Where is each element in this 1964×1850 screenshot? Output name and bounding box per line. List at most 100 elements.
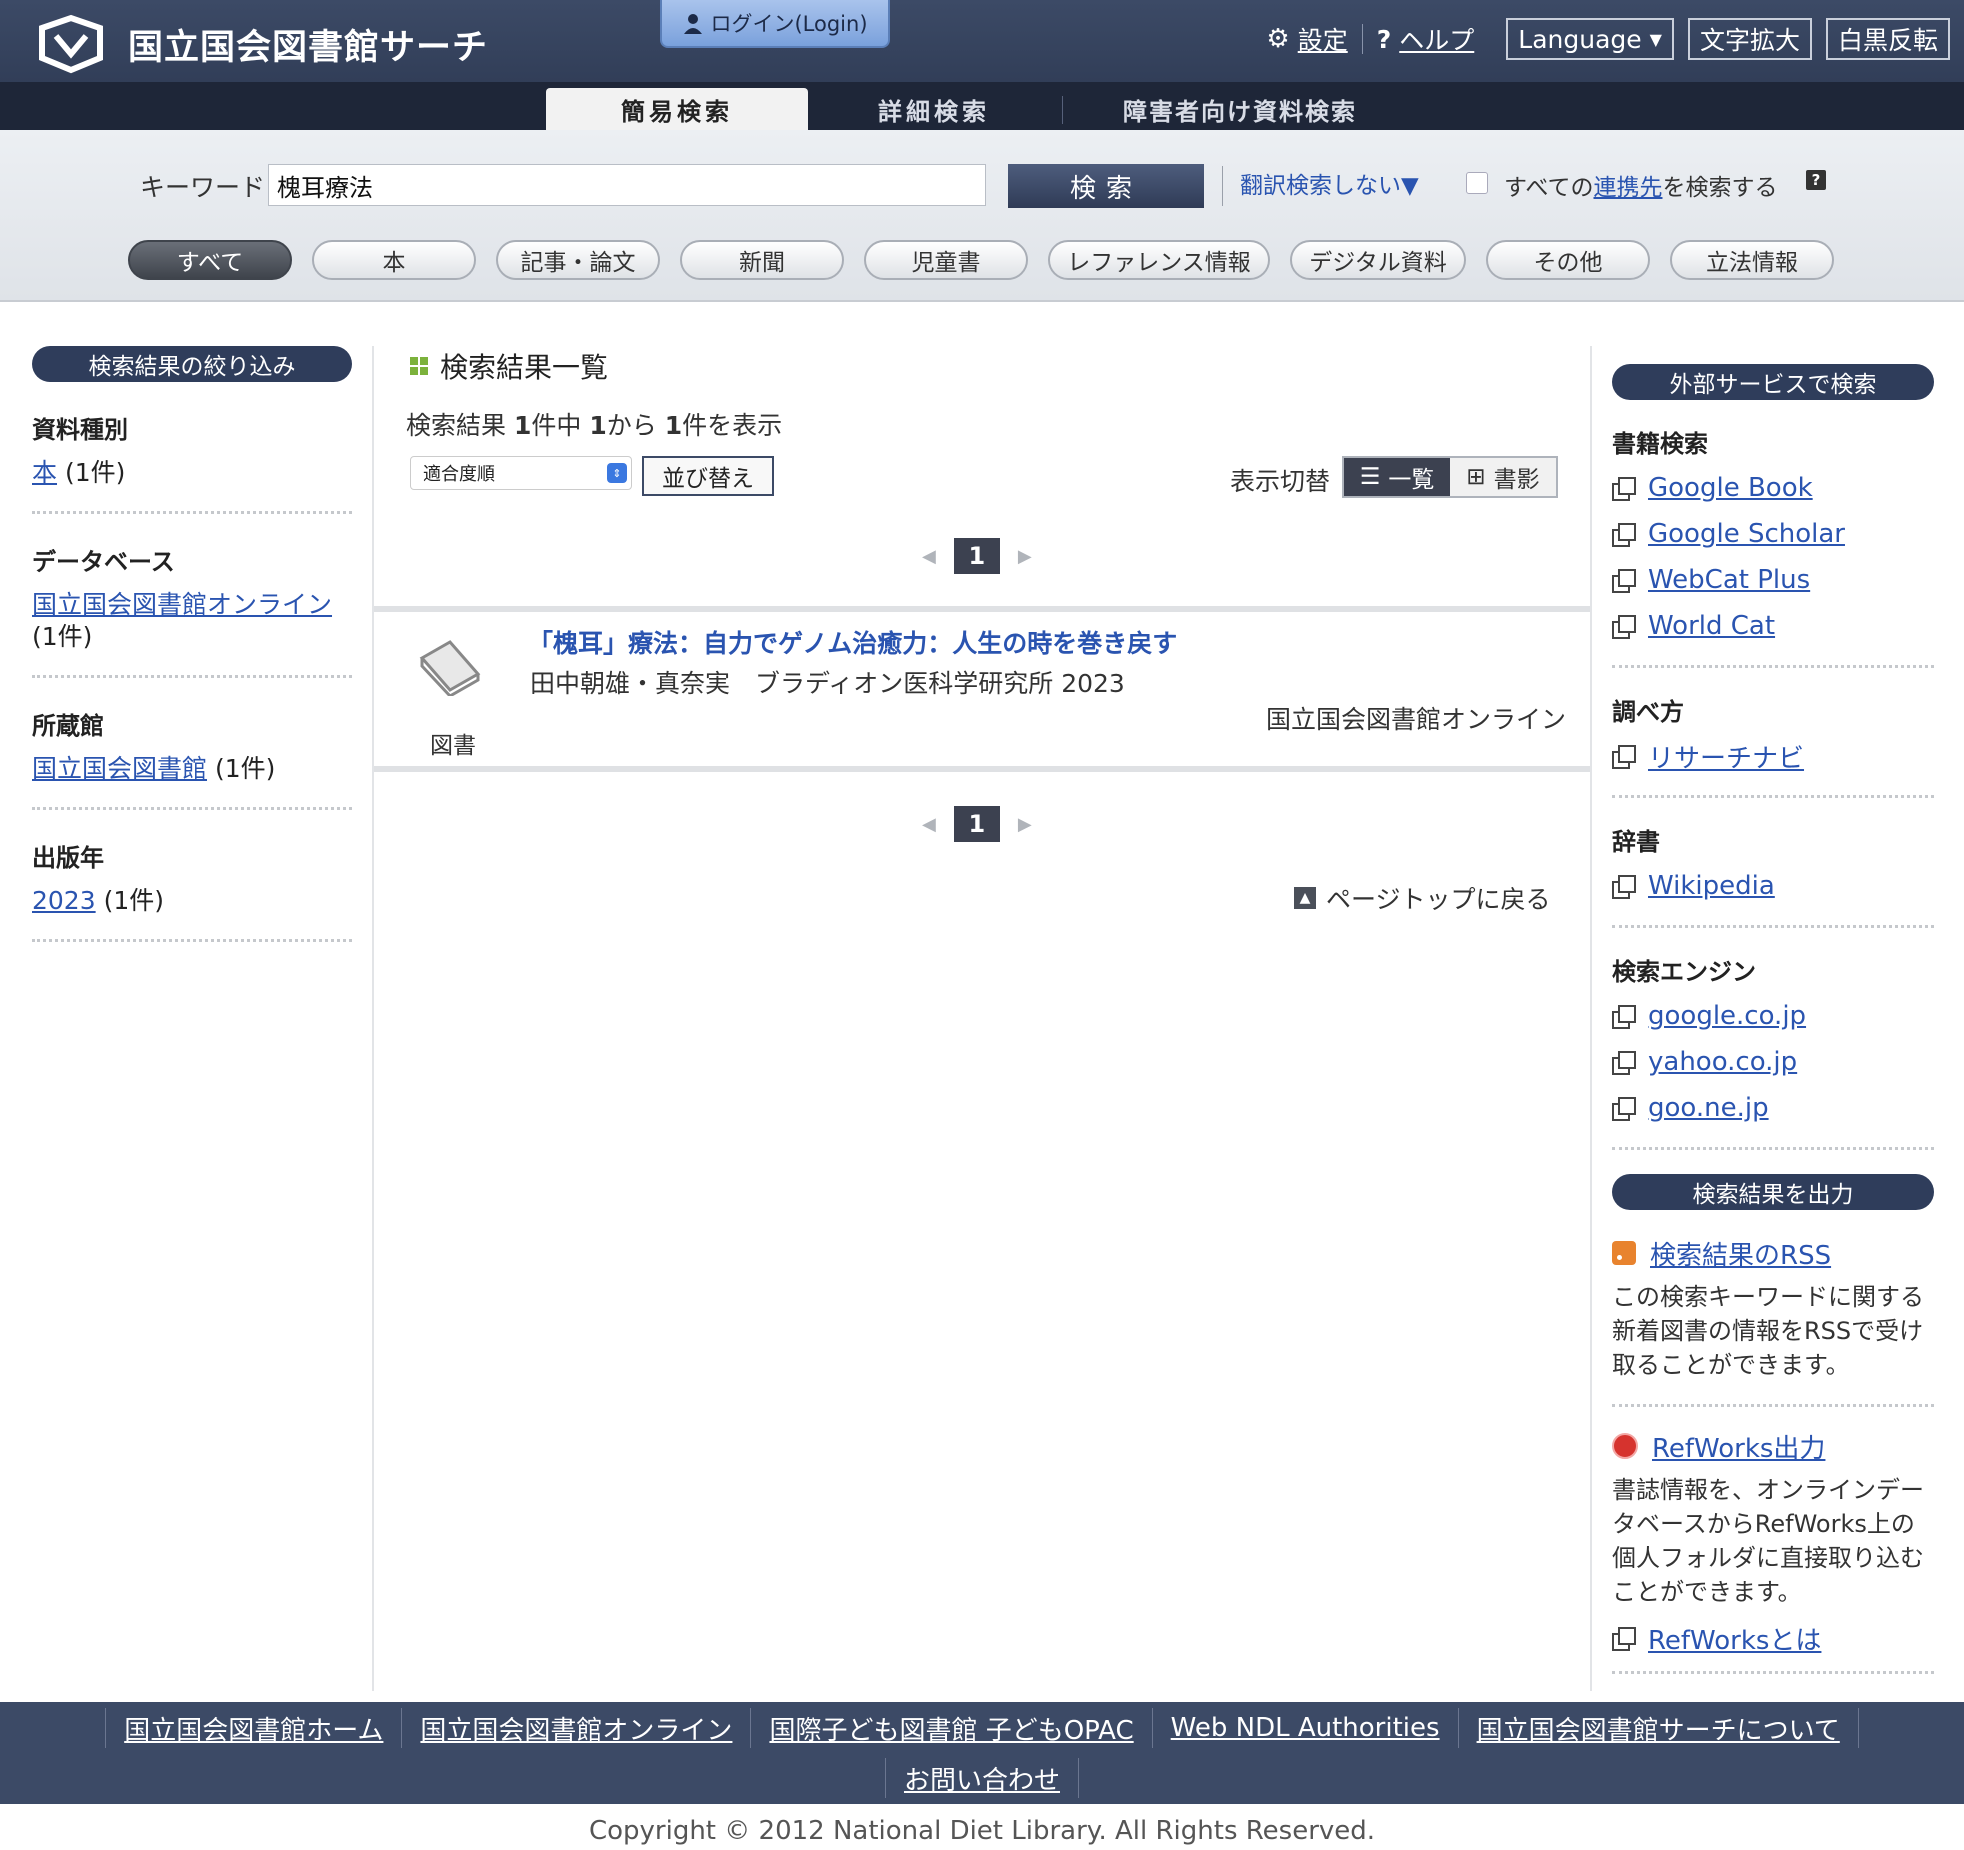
refworks-link[interactable]: RefWorks出力	[1612, 1429, 1934, 1464]
facet-count: (1件)	[64, 458, 126, 487]
language-dropdown[interactable]: Language ▼	[1506, 18, 1674, 60]
link-yahoo[interactable]: yahoo.co.jp	[1612, 1045, 1934, 1079]
keyword-label: キーワード	[140, 173, 266, 202]
facet-count: (1件)	[214, 754, 276, 783]
link-label: Wikipedia	[1648, 871, 1775, 901]
page-number[interactable]: 1	[953, 538, 1000, 574]
category-other[interactable]: その他	[1486, 240, 1650, 280]
keyword-input[interactable]	[268, 164, 986, 206]
result-item: 図書 「槐耳」療法：自力でゲノム治癒力：人生の時を巻き戻す 田中朝雄・真奈実 ブ…	[374, 606, 1590, 772]
count-total: 1	[513, 411, 532, 440]
view-cover-button[interactable]: ⊞ 書影	[1450, 458, 1556, 496]
font-size-button[interactable]: 文字拡大	[1687, 18, 1812, 60]
view-list-button[interactable]: ☰ 一覧	[1344, 458, 1450, 496]
footer-link-about[interactable]: 国立国会図書館サーチについて	[1457, 1708, 1859, 1748]
footer-link-contact[interactable]: お問い合わせ	[884, 1758, 1079, 1798]
tab-simple-search[interactable]: 簡易検索	[546, 88, 808, 130]
tab-advanced-search[interactable]: 詳細検索	[818, 88, 1050, 130]
category-all[interactable]: すべて	[128, 240, 292, 280]
search-all-sources-label: すべての連携先を検索する	[1504, 168, 1777, 202]
category-digital[interactable]: デジタル資料	[1290, 240, 1466, 280]
contrast-button[interactable]: 白黒反転	[1825, 18, 1950, 60]
result-title-link[interactable]: 「槐耳」療法：自力でゲノム治癒力：人生の時を巻き戻す	[528, 624, 1177, 660]
footer-link-authorities[interactable]: Web NDL Authorities	[1151, 1708, 1458, 1748]
link-wikipedia[interactable]: Wikipedia	[1612, 869, 1934, 903]
prev-page-icon[interactable]: ◀	[922, 546, 936, 567]
site-logo[interactable]: 国立国会図書館サーチ	[36, 14, 488, 74]
tab-divider	[1062, 96, 1063, 124]
refine-heading: 検索結果の絞り込み	[32, 346, 352, 382]
refine-sidebar: 検索結果の絞り込み 資料種別 本 (1件) データベース 国立国会図書館オンライ…	[32, 346, 352, 942]
footer-contact-row: お問い合わせ	[0, 1758, 1964, 1798]
settings-link[interactable]: ⚙ 設定	[1266, 21, 1347, 57]
category-reference[interactable]: レファレンス情報	[1048, 240, 1270, 280]
facet-link-2023[interactable]: 2023	[32, 886, 96, 915]
page-number[interactable]: 1	[953, 806, 1000, 842]
help-icon[interactable]: ?	[1806, 170, 1826, 190]
view-toggle: ☰ 一覧 ⊞ 書影	[1342, 456, 1558, 498]
pagination-top: ◀ 1 ▶	[922, 538, 1032, 574]
select-arrows-icon: ⇕	[607, 463, 627, 483]
count-text: 件を表示	[682, 411, 783, 440]
sort-button[interactable]: 並び替え	[642, 456, 774, 496]
link-goo[interactable]: goo.ne.jp	[1612, 1091, 1934, 1125]
link-label: RefWorks出力	[1652, 1433, 1826, 1464]
ndl-logo-icon	[39, 14, 103, 74]
facet-link-ndl-online[interactable]: 国立国会図書館オンライン	[32, 590, 332, 619]
count-text: 件中	[531, 411, 582, 440]
green-grid-icon	[410, 357, 428, 375]
footer-link-ndl-home[interactable]: 国立国会図書館ホーム	[105, 1708, 401, 1748]
results-count: 検索結果 1件中 1から 1件を表示	[406, 406, 782, 442]
category-childrens-books[interactable]: 児童書	[864, 240, 1028, 280]
facet-title-material-type: 資料種別	[32, 416, 128, 444]
next-page-icon[interactable]: ▶	[1018, 814, 1032, 835]
count-from: 1	[589, 411, 607, 440]
link-worldcat[interactable]: World Cat	[1612, 609, 1934, 643]
link-google-book[interactable]: Google Book	[1612, 471, 1934, 505]
column-divider	[1590, 346, 1592, 1691]
login-label: ログイン(Login)	[710, 12, 868, 36]
next-page-icon[interactable]: ▶	[1018, 546, 1032, 567]
site-footer: 国立国会図書館ホーム 国立国会図書館オンライン 国際子ども図書館 子どもOPAC…	[0, 1702, 1964, 1804]
section-search-engines: 検索エンジン	[1612, 958, 1756, 986]
link-webcat-plus[interactable]: WebCat Plus	[1612, 563, 1934, 597]
facet-link-ndl[interactable]: 国立国会図書館	[32, 754, 207, 783]
facet-count: (1件)	[32, 622, 93, 651]
prev-page-icon[interactable]: ◀	[922, 814, 936, 835]
footer-link-ndl-online[interactable]: 国立国会図書館オンライン	[401, 1708, 750, 1748]
link-google[interactable]: google.co.jp	[1612, 999, 1934, 1033]
count-text: から	[606, 411, 657, 440]
link-label: goo.ne.jp	[1648, 1093, 1769, 1123]
help-link[interactable]: ? ヘルプ	[1377, 21, 1475, 57]
sort-select[interactable]: 適合度順 ⇕	[410, 456, 632, 490]
facet-count: (1件)	[103, 886, 164, 915]
category-articles[interactable]: 記事・論文	[496, 240, 660, 280]
login-button[interactable]: ログイン(Login)	[660, 0, 890, 48]
facet-title-database: データベース	[32, 548, 175, 576]
footer-link-kids-opac[interactable]: 国際子ども図書館 子どもOPAC	[750, 1708, 1151, 1748]
tab-accessible-search[interactable]: 障害者向け資料検索	[1080, 88, 1400, 130]
external-link-icon	[1612, 745, 1636, 769]
linked-sources-link[interactable]: 連携先	[1593, 175, 1662, 201]
section-dictionary: 辞書	[1612, 828, 1660, 856]
language-label: Language	[1518, 24, 1642, 54]
external-link-icon	[1612, 1627, 1636, 1651]
link-google-scholar[interactable]: Google Scholar	[1612, 517, 1934, 551]
category-books[interactable]: 本	[312, 240, 476, 280]
link-label: Google Scholar	[1648, 519, 1845, 549]
refworks-about-link[interactable]: RefWorksとは	[1612, 1621, 1934, 1656]
category-newspapers[interactable]: 新聞	[680, 240, 844, 280]
list-icon: ☰	[1359, 464, 1381, 490]
dotted-divider	[1612, 665, 1934, 668]
result-source: 国立国会図書館オンライン	[1265, 705, 1566, 734]
page-top-link[interactable]: ▲ ページトップに戻る	[1294, 880, 1551, 916]
facet-link-book[interactable]: 本	[32, 458, 57, 487]
link-research-navi[interactable]: リサーチナビ	[1612, 739, 1934, 774]
refworks-description: 書誌情報を、オンラインデータベースからRefWorks上の個人フォルダに直接取り…	[1612, 1476, 1924, 1606]
translate-search-toggle[interactable]: 翻訳検索しない▼	[1240, 166, 1419, 200]
rss-link[interactable]: 検索結果のRSS	[1612, 1236, 1934, 1271]
dotted-divider	[1612, 1671, 1934, 1674]
search-all-sources-checkbox[interactable]	[1466, 172, 1488, 194]
search-button[interactable]: 検索	[1008, 164, 1204, 208]
category-legislative[interactable]: 立法情報	[1670, 240, 1834, 280]
